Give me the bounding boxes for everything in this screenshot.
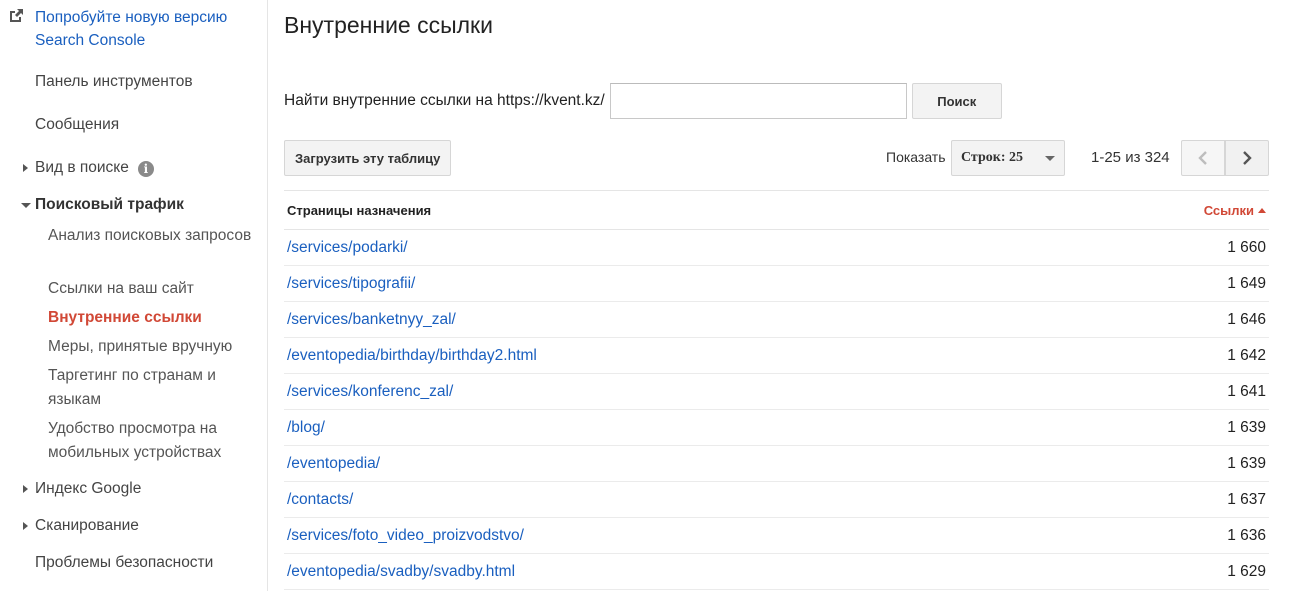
search-row: Найти внутренние ссылки на https://kvent…	[284, 83, 1002, 119]
try-new-version-link[interactable]: Попробуйте новую версию Search Console	[8, 6, 255, 52]
prev-page-button[interactable]	[1181, 140, 1225, 176]
link-count: 1 649	[1227, 274, 1266, 292]
link-count: 1 642	[1227, 346, 1266, 364]
sidebar-item-search-traffic[interactable]: Поисковый трафик	[21, 195, 184, 215]
sidebar-subitem-manual-actions[interactable]: Меры, принятые вручную	[48, 335, 258, 359]
page-link[interactable]: /services/foto_video_proizvodstvo/	[287, 527, 524, 545]
sidebar-subitem-internal-links[interactable]: Внутренние ссылки	[48, 306, 258, 330]
table-row: /services/banketnyy_zal/1 646	[284, 302, 1269, 338]
link-count: 1 639	[1227, 454, 1266, 472]
page-link[interactable]: /eventopedia/svadby/svadby.html	[287, 563, 515, 581]
table-row: /services/foto_video_proizvodstvo/1 636	[284, 518, 1269, 554]
link-count: 1 636	[1227, 526, 1266, 544]
link-count: 1 646	[1227, 310, 1266, 328]
sidebar-subitem-label: Таргетинг по странам и языкам	[48, 367, 216, 408]
page-link[interactable]: /services/konferenc_zal/	[287, 383, 453, 401]
collapse-arrow-icon	[20, 195, 31, 215]
expand-arrow-icon	[20, 479, 30, 499]
sidebar-item-messages[interactable]: Сообщения	[35, 115, 119, 135]
sidebar-subitem-search-analytics[interactable]: Анализ поисковых запросов	[48, 224, 258, 248]
sidebar-item-crawl[interactable]: Сканирование	[23, 516, 139, 536]
link-count: 1 641	[1227, 382, 1266, 400]
sidebar-subitem-label: Меры, принятые вручную	[48, 338, 233, 355]
sidebar-item-label: Вид в поиске	[35, 159, 129, 176]
link-count: 1 660	[1227, 238, 1266, 256]
table-row: /services/konferenc_zal/1 641	[284, 374, 1269, 410]
expand-arrow-icon	[20, 158, 30, 178]
external-link-icon	[10, 9, 23, 22]
link-count: 1 637	[1227, 490, 1266, 508]
table-row: /services/podarki/1 660	[284, 230, 1269, 266]
chevron-left-icon	[1198, 151, 1207, 165]
link-count: 1 639	[1227, 418, 1266, 436]
sidebar-subitem-label: Анализ поисковых запросов	[48, 227, 252, 244]
table-header: Страницы назначения Ссылки	[284, 190, 1269, 230]
page-link[interactable]: /eventopedia/	[287, 455, 380, 473]
sidebar-item-google-index[interactable]: Индекс Google	[23, 479, 142, 499]
rows-per-page-select[interactable]: Строк: 25	[951, 140, 1065, 176]
internal-links-table: Страницы назначения Ссылки /services/pod…	[284, 190, 1269, 590]
page-link[interactable]: /contacts/	[287, 491, 353, 509]
table-row: /services/tipografii/1 649	[284, 266, 1269, 302]
column-header-links[interactable]: Ссылки	[1204, 203, 1266, 218]
sidebar: Попробуйте новую версию Search Console П…	[0, 0, 268, 591]
sort-arrow-icon	[1258, 207, 1266, 213]
table-row: /eventopedia/svadby/svadby.html 1 629	[284, 554, 1269, 590]
sidebar-subitem-mobile-usability[interactable]: Удобство просмотра на мобильных устройст…	[48, 417, 258, 465]
table-body: /services/podarki/1 660/services/tipogra…	[284, 230, 1269, 590]
sidebar-item-dashboard[interactable]: Панель инструментов	[35, 72, 193, 92]
sidebar-subitem-label: Внутренние ссылки	[48, 309, 202, 326]
chevron-down-icon	[1045, 156, 1055, 161]
sidebar-item-label: Индекс Google	[35, 480, 142, 497]
sidebar-item-label: Сканирование	[35, 517, 139, 534]
sidebar-item-label: Панель инструментов	[35, 73, 193, 90]
search-input[interactable]	[609, 83, 907, 119]
link-count: 1 629	[1227, 562, 1266, 580]
sidebar-item-search-appearance[interactable]: Вид в поиске i	[23, 158, 154, 178]
sidebar-item-security[interactable]: Проблемы безопасности	[35, 553, 213, 573]
page-title: Внутренние ссылки	[284, 12, 493, 38]
table-row: /eventopedia/1 639	[284, 446, 1269, 482]
sidebar-item-label: Поисковый трафик	[35, 196, 184, 213]
page-link[interactable]: /services/banketnyy_zal/	[287, 311, 456, 329]
try-new-version-label[interactable]: Попробуйте новую версию Search Console	[35, 6, 255, 52]
sidebar-subitem-links-to-site[interactable]: Ссылки на ваш сайт	[48, 277, 258, 301]
pagination-range: 1-25 из 324	[1091, 149, 1170, 166]
sidebar-subitem-label: Удобство просмотра на мобильных устройст…	[48, 420, 222, 461]
page-link[interactable]: /blog/	[287, 419, 325, 437]
sidebar-subitem-intl-targeting[interactable]: Таргетинг по странам и языкам	[48, 364, 258, 412]
download-table-button[interactable]: Загрузить эту таблицу	[284, 140, 452, 176]
page-link[interactable]: /services/podarki/	[287, 239, 408, 257]
rows-select-value: Строк: 25	[961, 150, 1023, 165]
page-link[interactable]: /services/tipografii/	[287, 275, 415, 293]
sidebar-subitem-label: Ссылки на ваш сайт	[48, 280, 194, 297]
search-label: Найти внутренние ссылки на https://kvent…	[284, 92, 605, 109]
column-header-pages[interactable]: Страницы назначения	[287, 203, 431, 218]
sidebar-item-label: Сообщения	[35, 116, 120, 133]
search-button[interactable]: Поиск	[911, 83, 1002, 119]
info-icon[interactable]: i	[137, 161, 154, 177]
column-header-links-label: Ссылки	[1203, 202, 1254, 218]
table-row: /blog/1 639	[284, 410, 1269, 446]
chevron-right-icon	[1243, 151, 1252, 165]
next-page-button[interactable]	[1225, 140, 1269, 176]
page-link[interactable]: /eventopedia/birthday/birthday2.html	[287, 347, 537, 365]
show-label: Показать	[886, 149, 946, 165]
table-row: /contacts/1 637	[284, 482, 1269, 518]
expand-arrow-icon	[20, 516, 30, 536]
sidebar-item-label: Проблемы безопасности	[35, 554, 214, 571]
table-row: /eventopedia/birthday/birthday2.html 1 64…	[284, 338, 1269, 374]
